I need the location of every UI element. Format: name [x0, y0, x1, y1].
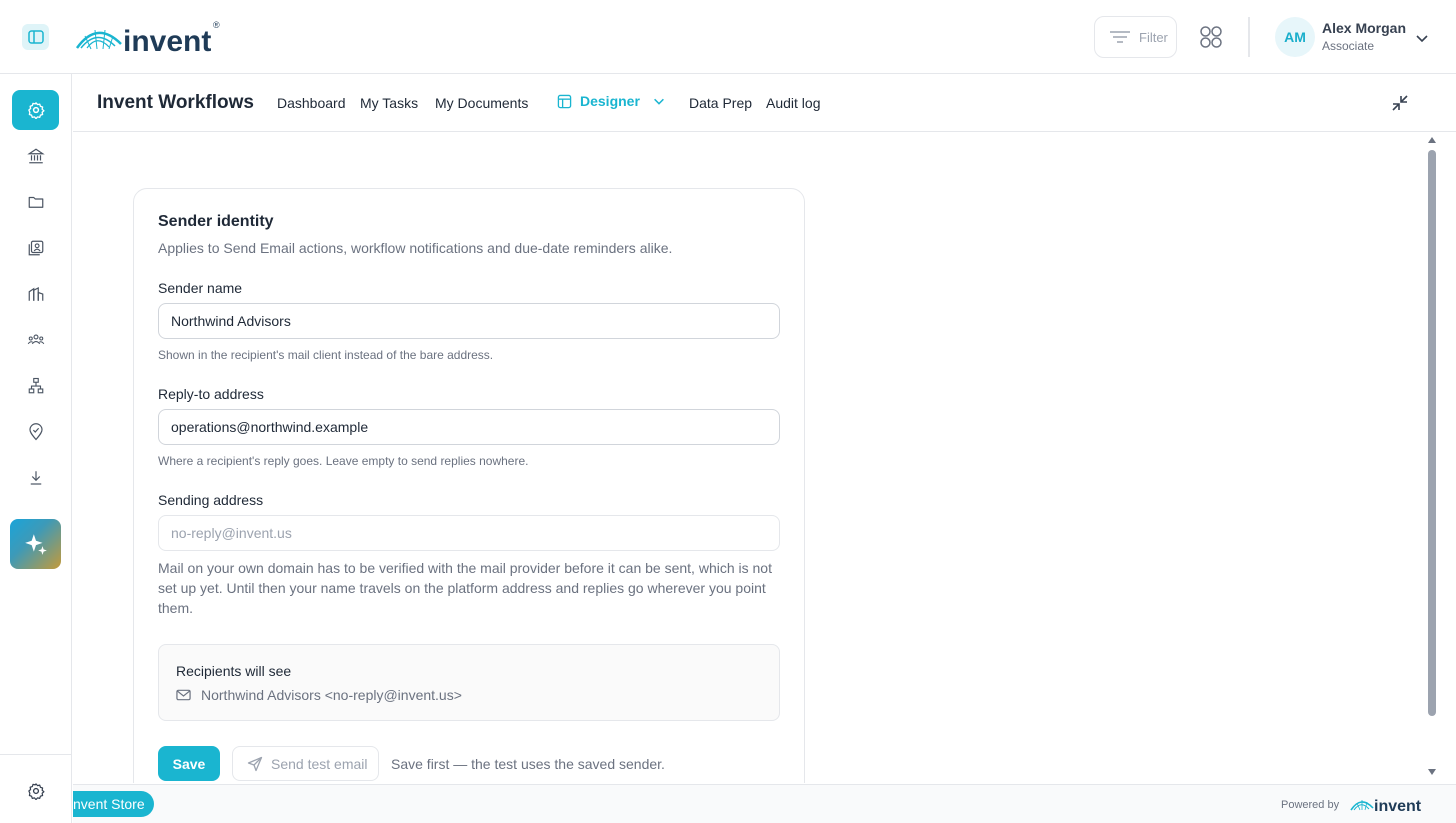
user-name[interactable]: Alex Morgan: [1322, 20, 1406, 36]
preview-row: Northwind Advisors <no-reply@invent.us>: [176, 687, 462, 703]
sidebar-toggle-button[interactable]: [22, 24, 49, 50]
layout-icon: [557, 94, 572, 108]
preview-value: Northwind Advisors <no-reply@invent.us>: [201, 687, 462, 703]
preview-title: Recipients will see: [176, 663, 292, 679]
folder-icon: [28, 196, 43, 208]
reply-to-help: Where a recipient's reply goes. Leave em…: [158, 454, 529, 468]
buildings-icon: [28, 287, 43, 301]
hierarchy-icon: [28, 377, 43, 394]
chevron-down-icon: [653, 98, 664, 105]
filter-label: Filter: [1139, 29, 1168, 45]
sender-name-label: Sender name: [158, 280, 243, 296]
scroll-up-arrow-icon[interactable]: [1427, 136, 1437, 144]
nav-item-hierarchy[interactable]: [12, 366, 59, 406]
nav-item-locations[interactable]: [12, 412, 59, 452]
avatar[interactable]: AM: [1275, 17, 1315, 57]
menu-designer-label: Designer: [580, 93, 640, 109]
gear-icon: [28, 783, 45, 800]
footer: nvent Store Powered by invent: [73, 784, 1456, 823]
nav-item-downloads[interactable]: [12, 458, 59, 498]
save-button[interactable]: Save: [158, 746, 220, 781]
sender-name-help: Shown in the recipient's mail client ins…: [158, 348, 494, 362]
send-test-email-button[interactable]: Send test email: [232, 746, 379, 781]
scrollbar-thumb[interactable]: [1428, 150, 1436, 716]
download-icon: [30, 471, 41, 485]
gear-icon: [27, 102, 45, 119]
svg-text:invent: invent: [1374, 798, 1422, 814]
mail-icon: [176, 689, 191, 701]
invent-store-button[interactable]: nvent Store: [73, 791, 154, 817]
brand-logo[interactable]: invent ®: [75, 18, 225, 58]
recipient-preview: Recipients will see Northwind Advisors <…: [158, 644, 780, 721]
sending-address-note: Mail on your own domain has to be verifi…: [158, 560, 772, 616]
invent-logo-icon: invent ®: [75, 20, 220, 58]
save-hint: Save first — the test uses the saved sen…: [391, 756, 665, 772]
sidebar-panel-icon: [27, 30, 44, 44]
nav-settings-button[interactable]: [24, 779, 48, 803]
reply-to-input[interactable]: [158, 409, 780, 445]
reply-to-label: Reply-to address: [158, 386, 264, 402]
main-content: Sender identity Applies to Send Email ac…: [73, 133, 1426, 783]
team-icon: [27, 334, 44, 345]
scroll-down-arrow-icon[interactable]: [1427, 768, 1437, 776]
menu-dashboard[interactable]: Dashboard: [277, 95, 346, 111]
page-title: Invent Workflows: [97, 92, 254, 113]
nav-divider: [0, 754, 72, 755]
invent-logo-icon: invent: [1350, 798, 1422, 814]
sending-address-label: Sending address: [158, 492, 264, 508]
menu-my-documents[interactable]: My Documents: [435, 95, 528, 111]
nav-item-buildings[interactable]: [12, 274, 59, 314]
nav-item-contacts[interactable]: [12, 228, 59, 268]
collapse-icon[interactable]: [1391, 94, 1409, 112]
filter-button[interactable]: Filter: [1094, 16, 1177, 58]
nav-item-folders[interactable]: [12, 182, 59, 222]
sender-name-input[interactable]: [158, 303, 780, 339]
top-divider: [1248, 17, 1250, 57]
send-test-email-label: Send test email: [271, 755, 368, 772]
sparkles-icon: [24, 534, 47, 555]
menu-my-tasks[interactable]: My Tasks: [360, 95, 418, 111]
nav-item-bank[interactable]: [12, 136, 59, 176]
menu-designer[interactable]: Designer: [557, 93, 666, 109]
app-subheader: Invent Workflows Dashboard My Tasks My D…: [73, 74, 1456, 132]
left-nav: [0, 74, 72, 823]
contacts-icon: [28, 240, 43, 256]
sending-address-input: [158, 515, 780, 551]
powered-by-label: Powered by: [1281, 799, 1340, 811]
card-subtitle: Applies to Send Email actions, workflow …: [158, 240, 673, 256]
card-title: Sender identity: [158, 213, 274, 230]
nav-item-workflows[interactable]: [12, 90, 59, 130]
nav-item-team[interactable]: [12, 320, 59, 360]
sender-identity-card: Sender identity Applies to Send Email ac…: [133, 188, 805, 783]
apps-grid-icon: [1200, 26, 1222, 48]
svg-text:invent: invent: [123, 25, 211, 56]
apps-button[interactable]: [1197, 23, 1225, 51]
send-icon: [247, 756, 263, 771]
svg-text:®: ®: [213, 20, 220, 30]
bank-icon: [26, 148, 45, 164]
menu-audit-log[interactable]: Audit log: [766, 95, 820, 111]
ai-assistant-button[interactable]: [10, 519, 61, 569]
location-check-icon: [28, 423, 43, 441]
top-bar: invent ® Filter AM Alex Morgan Associate: [0, 0, 1456, 74]
chevron-down-icon[interactable]: [1414, 30, 1430, 46]
filter-lines-icon: [1110, 31, 1130, 43]
user-role: Associate: [1322, 39, 1375, 53]
menu-data-prep[interactable]: Data Prep: [689, 95, 752, 111]
